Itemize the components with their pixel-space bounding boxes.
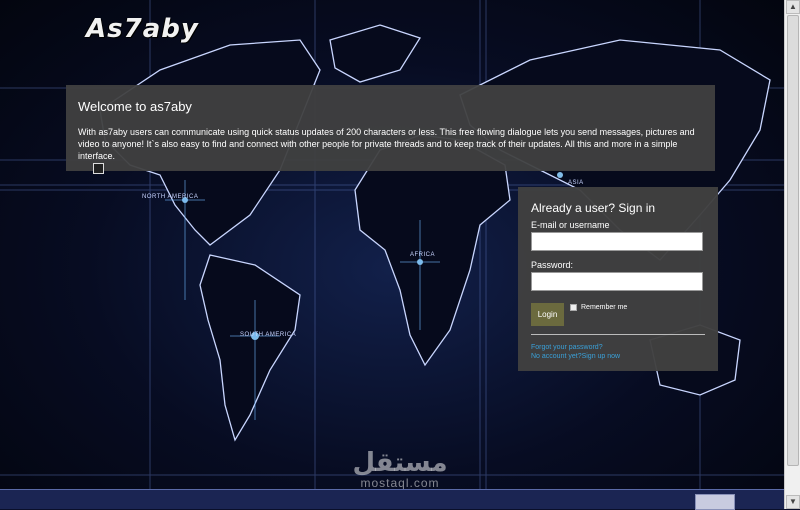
- watermark-arabic: مستقل: [352, 448, 448, 478]
- checkbox-icon[interactable]: [93, 163, 104, 174]
- page-background: NORTH AMERICA SOUTH AMERICA AFRICA ASIA …: [0, 0, 784, 489]
- remember-me[interactable]: Remember me: [570, 304, 627, 311]
- forgot-password-link[interactable]: Forgot your password?: [531, 343, 705, 352]
- remember-me-checkbox[interactable]: [570, 304, 577, 311]
- watermark-latin: mostaql.com: [360, 476, 440, 489]
- map-label-north-america: NORTH AMERICA: [142, 194, 199, 200]
- password-label: Password:: [531, 260, 574, 270]
- scroll-down-arrow-icon[interactable]: ▼: [786, 495, 800, 509]
- scroll-up-arrow-icon[interactable]: ▲: [786, 0, 800, 14]
- map-label-africa: AFRICA: [410, 252, 436, 258]
- site-logo[interactable]: As7aby: [86, 14, 199, 44]
- signin-heading: Already a user? Sign in: [531, 201, 656, 215]
- footer-bar: [0, 489, 784, 510]
- map-label-asia: ASIA: [568, 180, 584, 186]
- welcome-description: With as7aby users can communicate using …: [78, 127, 695, 161]
- scrollbar-thumb[interactable]: [787, 15, 799, 466]
- email-label: E-mail or username: [531, 220, 610, 230]
- signup-link[interactable]: No account yet?Sign up now: [531, 352, 705, 361]
- password-field[interactable]: [531, 272, 703, 291]
- divider: [531, 334, 705, 335]
- login-button[interactable]: Login: [531, 303, 564, 326]
- vertical-scrollbar[interactable]: ▲ ▼: [784, 0, 800, 509]
- welcome-title: Welcome to as7aby: [78, 99, 192, 114]
- map-label-south-america: SOUTH AMERICA: [240, 332, 297, 338]
- signin-panel: Already a user? Sign in E-mail or userna…: [518, 187, 718, 371]
- remember-me-label: Remember me: [581, 304, 628, 311]
- welcome-panel: Welcome to as7aby With as7aby users can …: [66, 85, 715, 171]
- footer-widget[interactable]: [695, 494, 735, 510]
- email-field[interactable]: [531, 232, 703, 251]
- watermark: مستقل mostaql.com: [345, 450, 455, 489]
